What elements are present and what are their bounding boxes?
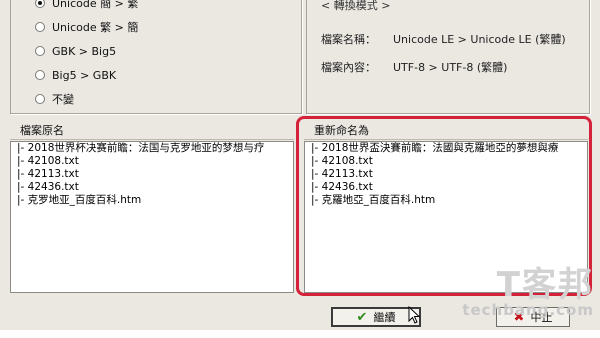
option-gbk-big5[interactable]: GBK > Big5	[35, 43, 116, 59]
converter-dialog: Unicode 簡 > 繁 Unicode 繁 > 簡 GBK > Big5 B…	[0, 0, 600, 330]
stop-button[interactable]: ✖ 中止	[496, 307, 570, 327]
list-item[interactable]: |- 42108.txt	[11, 155, 293, 168]
highlight-annotation-box	[296, 116, 592, 296]
radio-button[interactable]	[35, 22, 45, 32]
list-item[interactable]: |- 42436.txt	[11, 181, 293, 194]
stop-label: 中止	[530, 311, 553, 324]
option-label: Big5 > GBK	[52, 68, 117, 82]
list-item[interactable]: |- 2018世界杯决赛前瞻：法国与克罗地亚的梦想与疗	[11, 142, 293, 155]
radio-button[interactable]	[35, 70, 45, 80]
conversion-options-group: Unicode 簡 > 繁 Unicode 繁 > 簡 GBK > Big5 B…	[10, 0, 302, 114]
option-big5-gbk[interactable]: Big5 > GBK	[35, 67, 116, 83]
radio-button[interactable]	[35, 94, 45, 104]
conversion-info-group: < 轉換模式 > 檔案名稱： Unicode LE > Unicode LE (…	[306, 0, 590, 114]
filename-value: Unicode LE > Unicode LE (繁體)	[393, 33, 566, 46]
radio-button[interactable]	[35, 46, 45, 56]
option-unicode-s2t[interactable]: Unicode 簡 > 繁	[35, 0, 138, 11]
filename-key: 檔案名稱：	[321, 33, 376, 46]
content-row: 檔案內容： UTF-8 > UTF-8 (繁體)	[321, 59, 507, 75]
original-names-list[interactable]: |- 2018世界杯决赛前瞻：法国与克罗地亚的梦想与疗 |- 42108.txt…	[10, 141, 294, 293]
screenshot: Unicode 簡 > 繁 Unicode 繁 > 簡 GBK > Big5 B…	[0, 0, 600, 338]
option-label: 不變	[52, 93, 74, 106]
mouse-cursor-icon	[408, 306, 420, 324]
option-unicode-t2s[interactable]: Unicode 繁 > 簡	[35, 19, 138, 35]
close-icon: ✖	[513, 309, 525, 325]
filename-row: 檔案名稱： Unicode LE > Unicode LE (繁體)	[321, 31, 566, 47]
info-title: < 轉換模式 >	[321, 0, 391, 12]
option-label: Unicode 簡 > 繁	[52, 0, 139, 10]
option-label: Unicode 繁 > 簡	[52, 21, 139, 34]
radio-button[interactable]	[35, 0, 45, 8]
content-key: 檔案內容：	[321, 61, 376, 74]
list-item[interactable]: |- 克罗地亚_百度百科.htm	[11, 194, 293, 207]
check-icon: ✔	[356, 309, 368, 325]
continue-label: 繼續	[373, 311, 396, 324]
original-names-header: 檔案原名	[10, 122, 294, 140]
option-label: GBK > Big5	[52, 44, 117, 58]
option-no-change[interactable]: 不變	[35, 91, 74, 107]
list-item[interactable]: |- 42113.txt	[11, 168, 293, 181]
content-value: UTF-8 > UTF-8 (繁體)	[393, 61, 508, 74]
